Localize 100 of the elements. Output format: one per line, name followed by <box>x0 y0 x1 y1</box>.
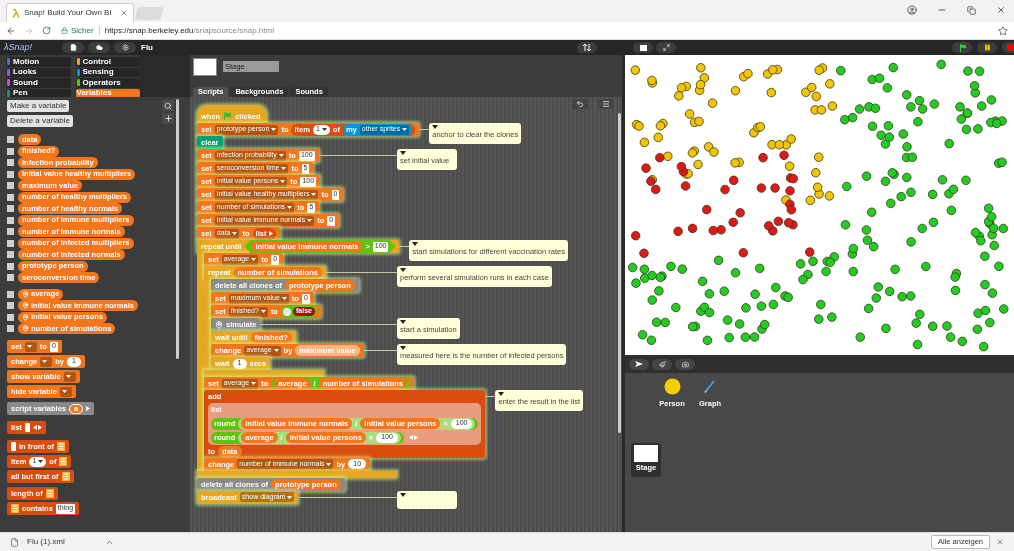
checkbox[interactable] <box>7 262 14 270</box>
checkbox[interactable] <box>7 251 14 258</box>
checkbox[interactable] <box>7 147 14 155</box>
address-field[interactable]: Sicher https://snap.berkeley.edu/snapsource/snap.html <box>59 23 990 38</box>
dropdown-slot[interactable] <box>59 386 72 397</box>
browser-tab[interactable]: Snap! Build Your Own Bl <box>6 3 134 22</box>
caret-icon <box>65 375 71 378</box>
checkbox[interactable] <box>7 170 14 178</box>
arrowhead-icon <box>635 361 643 367</box>
dropdown-slot[interactable] <box>24 341 37 352</box>
caret-icon <box>278 154 284 157</box>
camera-button[interactable] <box>675 358 695 370</box>
back-icon[interactable] <box>6 25 16 36</box>
caret-icon <box>251 382 257 385</box>
stage-arrows-button[interactable] <box>577 42 597 53</box>
caret-icon <box>326 462 332 466</box>
list-icon[interactable] <box>45 489 54 498</box>
caret-icon <box>287 495 293 499</box>
scrollbar[interactable] <box>176 99 179 359</box>
category-button[interactable]: Sensing <box>75 67 140 77</box>
arrows-icon <box>583 44 591 51</box>
checkbox[interactable] <box>7 193 14 201</box>
location-pin-icon <box>22 302 29 309</box>
collapse-arrow-icon[interactable] <box>400 492 406 497</box>
category-button[interactable]: Looks <box>6 67 71 77</box>
empty-slot[interactable] <box>24 423 30 432</box>
leader-line <box>325 272 397 273</box>
stage-thumbnail[interactable] <box>193 58 217 76</box>
caret-icon <box>307 219 313 222</box>
close-icon[interactable] <box>120 9 128 17</box>
checkbox[interactable] <box>7 274 14 281</box>
camera-icon <box>681 360 689 368</box>
collapse-arrow-icon[interactable] <box>400 320 406 324</box>
leader-line <box>485 396 496 397</box>
arrows-icon[interactable] <box>32 425 42 430</box>
category-button[interactable]: Sound <box>6 78 71 88</box>
download-filename[interactable]: Flu (1).xml <box>27 536 105 548</box>
paint-button[interactable] <box>652 358 672 370</box>
app-mode-button[interactable] <box>656 42 676 53</box>
scrollbar[interactable] <box>618 113 621 433</box>
logo[interactable]: λSnap! <box>4 40 62 55</box>
caret-icon <box>38 460 44 463</box>
collapse-arrow-icon[interactable] <box>400 268 406 272</box>
checkbox[interactable] <box>7 205 14 212</box>
palette-button[interactable]: Delete a variable <box>7 115 74 127</box>
collapse-arrow-icon[interactable] <box>400 151 406 155</box>
dropdown-slot[interactable] <box>63 371 76 382</box>
checkbox[interactable] <box>7 228 14 235</box>
comment-note[interactable] <box>397 490 457 509</box>
undo-button[interactable] <box>572 99 588 109</box>
category-button[interactable]: Operators <box>75 78 140 88</box>
stop-button[interactable] <box>1002 42 1014 53</box>
file-icon <box>69 44 77 51</box>
location-pin-icon <box>22 313 29 321</box>
checkbox[interactable] <box>7 182 14 189</box>
restore-icon[interactable] <box>967 5 976 15</box>
start-flag-button[interactable] <box>952 42 972 53</box>
collapse-arrow-icon[interactable] <box>400 346 406 350</box>
flag-icon <box>958 43 966 52</box>
collapse-arrow-icon[interactable] <box>432 125 439 129</box>
normal-stage-button[interactable] <box>633 42 653 53</box>
list-icon[interactable] <box>61 472 70 481</box>
dropdown-slot[interactable] <box>40 356 53 367</box>
palette-button[interactable]: Make a variable <box>7 100 70 112</box>
collapse-arrow-icon[interactable] <box>412 242 419 246</box>
checkbox[interactable] <box>7 290 14 298</box>
settings-icon <box>121 44 129 51</box>
category-button[interactable]: Motion <box>6 57 71 67</box>
checkbox[interactable] <box>7 216 14 224</box>
pause-button[interactable] <box>977 42 997 53</box>
reload-icon[interactable] <box>42 26 51 35</box>
collapse-arrow-icon[interactable] <box>498 392 505 396</box>
checkbox[interactable] <box>7 159 14 166</box>
close-icon[interactable] <box>996 5 1006 15</box>
checkbox[interactable] <box>7 325 14 332</box>
bookmark-star-icon[interactable] <box>998 25 1008 36</box>
add-button[interactable] <box>162 113 174 124</box>
search-icon <box>164 101 172 110</box>
caret-icon <box>260 310 266 313</box>
list-icon[interactable] <box>59 457 68 466</box>
close-icon[interactable] <box>996 538 1004 546</box>
menu-button[interactable] <box>598 99 614 109</box>
file-button[interactable] <box>62 42 84 53</box>
account-icon[interactable] <box>907 5 917 15</box>
checkbox[interactable] <box>7 313 14 321</box>
category-button[interactable]: Control <box>75 57 140 67</box>
url-text: https://snap.berkeley.edu/snapsource/snap.html <box>104 24 274 37</box>
turtle-button[interactable] <box>629 358 649 370</box>
checkbox[interactable] <box>7 302 14 309</box>
location-pin-icon <box>215 320 223 329</box>
arrows-icon[interactable] <box>269 231 274 236</box>
sprite-circle-icon[interactable] <box>663 378 681 395</box>
arrows-icon[interactable] <box>86 406 91 411</box>
stage-drawing[interactable] <box>625 55 1014 355</box>
cloud-button[interactable] <box>88 42 110 53</box>
checkbox[interactable] <box>7 239 14 247</box>
search-button[interactable] <box>162 100 174 111</box>
checkbox[interactable] <box>7 136 14 143</box>
settings-button[interactable] <box>114 42 136 53</box>
caret-icon <box>281 167 287 170</box>
